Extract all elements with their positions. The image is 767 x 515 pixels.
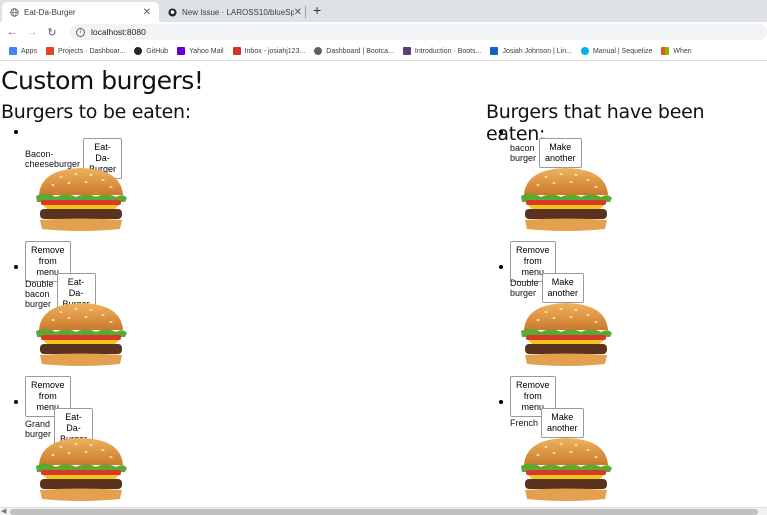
windows-icon bbox=[661, 47, 670, 55]
tab-eat-da-burger[interactable]: Eat-Da-Burger ✕ bbox=[2, 2, 159, 22]
back-icon[interactable]: ← bbox=[4, 26, 20, 38]
bootstrap-icon bbox=[402, 47, 411, 55]
browser-tab-bar: Eat-Da-Burger ✕ New Issue · LAROSS10/blu… bbox=[0, 0, 767, 22]
bookmark-bootstrap[interactable]: Introduction · Boots... bbox=[402, 47, 481, 55]
burger-image bbox=[31, 165, 131, 235]
bookmarks-bar: Apps Projects · Dashboar... GitHub Yahoo… bbox=[0, 42, 767, 61]
bullet bbox=[499, 265, 503, 269]
horizontal-scrollbar[interactable]: ◀ bbox=[0, 507, 767, 515]
bookmark-inbox[interactable]: Inbox - josiahj123... bbox=[232, 47, 305, 55]
scrollbar-thumb[interactable] bbox=[10, 509, 758, 515]
bookmark-apps[interactable]: Apps bbox=[9, 47, 37, 55]
bookmark-dashboard[interactable]: Dashboard | Bootca... bbox=[314, 47, 394, 55]
bullet bbox=[14, 400, 18, 404]
uneaten-heading: Burgers to be eaten: bbox=[1, 101, 191, 123]
github-icon bbox=[134, 47, 143, 55]
tab-divider bbox=[305, 6, 306, 18]
bullet bbox=[499, 400, 503, 404]
tab-title: Eat-Da-Burger bbox=[24, 7, 76, 17]
yahoo-icon bbox=[177, 47, 186, 55]
browser-toolbar: ← → ↻ i localhost:8080 bbox=[0, 22, 767, 42]
burger-image bbox=[31, 300, 131, 370]
bookmark-when[interactable]: When bbox=[661, 47, 692, 55]
close-tab-icon[interactable]: ✕ bbox=[143, 7, 151, 18]
bookmark-projects[interactable]: Projects · Dashboar... bbox=[45, 47, 125, 55]
globe-icon bbox=[10, 7, 19, 17]
reload-icon[interactable]: ↻ bbox=[44, 26, 60, 39]
bookmark-yahoo-mail[interactable]: Yahoo Mail bbox=[177, 47, 224, 55]
new-tab-icon[interactable]: + bbox=[313, 2, 321, 18]
make-another-button[interactable]: Make another bbox=[541, 408, 584, 438]
page-content: Custom burgers! Burgers to be eaten: Bur… bbox=[0, 61, 767, 507]
burger-image bbox=[516, 300, 616, 370]
make-another-button[interactable]: Make another bbox=[541, 273, 585, 303]
bookmark-github[interactable]: GitHub bbox=[134, 47, 168, 55]
forward-icon[interactable]: → bbox=[24, 26, 40, 38]
bullet bbox=[499, 130, 503, 134]
bookmark-linkedin[interactable]: Josiah Johnson | Lin... bbox=[490, 47, 572, 55]
bullet bbox=[14, 265, 18, 269]
apps-grid-icon bbox=[9, 47, 17, 55]
burger-name: Double burger bbox=[510, 278, 539, 298]
address-bar[interactable]: i localhost:8080 bbox=[70, 24, 767, 40]
github-icon bbox=[168, 7, 177, 17]
burger-image bbox=[31, 435, 131, 505]
burger-name: bacon burger bbox=[510, 143, 537, 163]
gitlab-icon bbox=[45, 47, 54, 55]
scroll-left-icon[interactable]: ◀ bbox=[1, 507, 6, 515]
bookmark-sequelize[interactable]: Manual | Sequelize bbox=[580, 47, 652, 55]
sequelize-icon bbox=[580, 47, 589, 55]
bullet bbox=[14, 130, 18, 134]
tab-title: New Issue · LAROSS10/blueSpac bbox=[182, 7, 294, 17]
make-another-button[interactable]: Make another bbox=[539, 138, 582, 168]
page-title: Custom burgers! bbox=[1, 66, 204, 95]
info-icon[interactable]: i bbox=[76, 27, 85, 37]
tab-new-issue[interactable]: New Issue · LAROSS10/blueSpac ✕ bbox=[160, 2, 310, 22]
burger-name: French bbox=[510, 418, 539, 428]
globe-icon bbox=[314, 47, 323, 55]
linkedin-icon bbox=[490, 47, 499, 55]
close-tab-icon[interactable]: ✕ bbox=[294, 7, 302, 18]
url-text: localhost:8080 bbox=[91, 27, 146, 37]
burger-image bbox=[516, 165, 616, 235]
gmail-icon bbox=[232, 47, 241, 55]
burger-image bbox=[516, 435, 616, 505]
